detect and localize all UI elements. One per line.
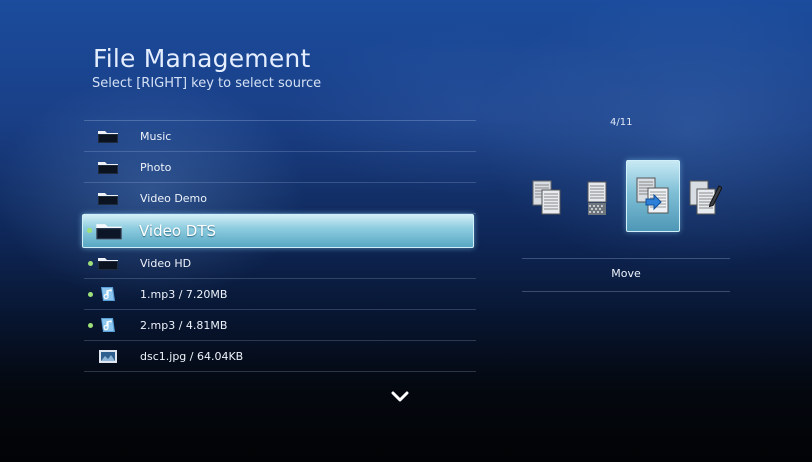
- option-top-divider: [522, 258, 730, 259]
- action-option-label[interactable]: Move: [522, 262, 730, 290]
- copy-button[interactable]: [524, 174, 570, 220]
- list-item-label: 1.mp3 / 7.20MB: [140, 287, 228, 301]
- list-item-label: Photo: [140, 160, 172, 174]
- music-file-icon: [97, 317, 119, 333]
- list-item-photo[interactable]: Photo: [84, 152, 476, 183]
- list-item-label: dsc1.jpg / 64.04KB: [140, 349, 244, 363]
- folder-icon: [95, 220, 123, 241]
- list-item-video-dts[interactable]: Video DTS: [82, 214, 474, 248]
- rename-button[interactable]: [682, 174, 728, 220]
- image-file-icon: [97, 348, 119, 364]
- list-item-video-hd[interactable]: Video HD: [84, 248, 476, 279]
- page-indicator: 4/11: [610, 117, 633, 128]
- option-bottom-divider: [522, 291, 730, 292]
- list-item-video-demo[interactable]: Video Demo: [84, 183, 476, 214]
- selection-marker: [87, 228, 92, 233]
- folder-icon: [97, 190, 119, 206]
- folder-icon: [97, 255, 119, 271]
- list-item-label: Video HD: [140, 256, 192, 270]
- list-item-1-mp3[interactable]: 1.mp3 / 7.20MB: [84, 279, 476, 310]
- selection-marker: [88, 323, 93, 328]
- music-file-icon: [97, 286, 119, 302]
- folder-icon: [97, 128, 119, 144]
- list-item-label: Video Demo: [140, 191, 207, 205]
- selection-marker: [88, 292, 93, 297]
- selection-marker: [88, 261, 93, 266]
- action-toolbar: [522, 160, 736, 232]
- move-button[interactable]: [626, 160, 680, 232]
- chevron-down-icon[interactable]: [390, 388, 410, 402]
- file-list: Music Photo Video Demo Video DTS Video H…: [82, 120, 476, 372]
- page-subtitle: Select [RIGHT] key to select source: [92, 76, 322, 91]
- page-title: File Management: [93, 44, 311, 73]
- list-item-label: 2.mp3 / 4.81MB: [140, 318, 228, 332]
- list-item-label: Video DTS: [139, 222, 217, 240]
- list-item-2-mp3[interactable]: 2.mp3 / 4.81MB: [84, 310, 476, 341]
- folder-icon: [97, 159, 119, 175]
- delete-button[interactable]: [574, 174, 620, 220]
- list-item-label: Music: [140, 129, 172, 143]
- list-item-music[interactable]: Music: [84, 121, 476, 152]
- list-item-dsc1-jpg[interactable]: dsc1.jpg / 64.04KB: [84, 341, 476, 372]
